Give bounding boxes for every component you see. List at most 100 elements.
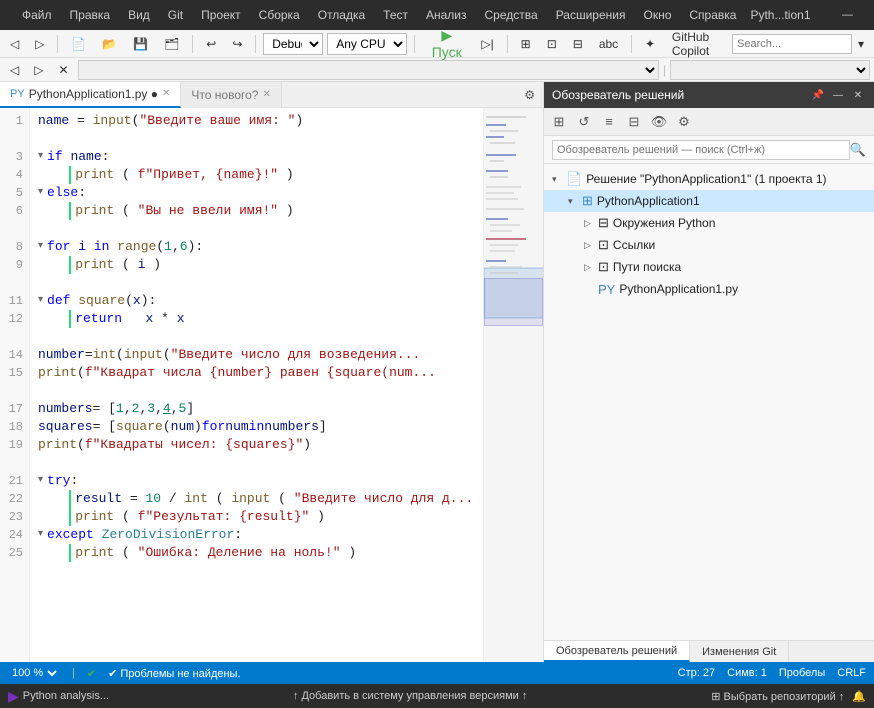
code-line-7 bbox=[38, 220, 475, 238]
sep1 bbox=[57, 35, 58, 53]
menu-test[interactable]: Тест bbox=[375, 6, 416, 24]
fold-def[interactable]: ▾ bbox=[38, 292, 43, 310]
menu-git[interactable]: Git bbox=[160, 6, 191, 24]
tab-file-label: PythonApplication1.py ● bbox=[29, 87, 158, 101]
menu-analyze[interactable]: Анализ bbox=[418, 6, 475, 24]
menu-view[interactable]: Вид bbox=[120, 6, 158, 24]
menu-tools[interactable]: Средства bbox=[477, 6, 546, 24]
sol-filter-button[interactable]: ≡ bbox=[598, 111, 620, 133]
sol-settings-button[interactable]: ⚙ bbox=[673, 111, 695, 133]
project-label: PythonApplication1 bbox=[597, 194, 866, 208]
toolbar-btn3[interactable]: ⊟ bbox=[567, 35, 589, 53]
solution-search-button[interactable]: 🔍 bbox=[850, 142, 866, 158]
python-file-item[interactable]: PY PythonApplication1.py bbox=[544, 278, 874, 300]
code-line-24: ▾ except ZeroDivisionError : bbox=[38, 526, 475, 544]
status-ok-icon: ✔ bbox=[87, 667, 96, 680]
tb2-btn1[interactable]: ◁ bbox=[4, 61, 25, 79]
main-area: PY PythonApplication1.py ● ✕ Что нового?… bbox=[0, 82, 874, 662]
sol-close-button[interactable]: ✕ bbox=[850, 87, 866, 103]
sol-header-controls: 📌 — ✕ bbox=[810, 87, 866, 103]
minimize-button[interactable]: — bbox=[825, 0, 871, 30]
taskbar-app-icon: ▶ bbox=[8, 688, 19, 705]
py-env-label: Окружения Python bbox=[613, 216, 866, 230]
global-search-input[interactable] bbox=[732, 34, 852, 54]
sol-tab-explorer[interactable]: Обозреватель решений bbox=[544, 641, 690, 662]
menu-edit[interactable]: Правка bbox=[62, 6, 119, 24]
fold-except[interactable]: ▾ bbox=[38, 526, 43, 544]
taskbar-left: ▶ Python analysis... bbox=[8, 688, 109, 705]
solution-search-input[interactable] bbox=[552, 140, 850, 160]
taskbar-app-label: Python analysis... bbox=[23, 690, 109, 702]
fold-try[interactable]: ▾ bbox=[38, 472, 43, 490]
save-button[interactable]: 💾 bbox=[127, 35, 154, 53]
sol-collapse-all-button[interactable]: ⊟ bbox=[623, 111, 645, 133]
cpu-select[interactable]: Any CPU bbox=[327, 33, 407, 55]
sol-collapse-button[interactable]: — bbox=[830, 87, 846, 103]
minimap bbox=[483, 108, 543, 662]
references-item[interactable]: ▷ ⊡ Ссылки bbox=[544, 234, 874, 256]
search-paths-item[interactable]: ▷ ⊡ Пути поиска bbox=[544, 256, 874, 278]
taskbar-right: ⊞ Выбрать репозиторий ↑ 🔔 bbox=[711, 690, 866, 703]
vcs-button[interactable]: ↑ Добавить в систему управления версиями… bbox=[293, 690, 527, 702]
tab-settings-button[interactable]: ⚙ bbox=[516, 88, 543, 102]
fold-if[interactable]: ▾ bbox=[38, 148, 43, 166]
editor-panel: PY PythonApplication1.py ● ✕ Что нового?… bbox=[0, 82, 544, 662]
tab-whats-new-close[interactable]: ✕ bbox=[262, 89, 270, 100]
toolbar-btn2[interactable]: ⊡ bbox=[541, 35, 563, 53]
tb2-btn3[interactable]: ✕ bbox=[52, 61, 74, 79]
tab-whats-new[interactable]: Что нового? ✕ bbox=[181, 82, 281, 108]
github-copilot-button[interactable]: ✦ GitHub Copilot bbox=[639, 28, 728, 60]
maximize-button[interactable]: □ bbox=[871, 0, 874, 30]
solution-file-icon: 📄 bbox=[566, 171, 582, 187]
forward-button[interactable]: ▷ bbox=[29, 35, 50, 53]
sep4 bbox=[414, 35, 415, 53]
start-button[interactable]: ▶ Пуск bbox=[422, 25, 471, 62]
undo-button[interactable]: ↩ bbox=[200, 35, 222, 53]
code-editor[interactable]: name = input ( "Введите ваше имя: " ) ▾ … bbox=[30, 108, 483, 662]
save-all-button[interactable]: 🗂 bbox=[158, 35, 185, 53]
tb2-btn2[interactable]: ▷ bbox=[28, 61, 49, 79]
sol-show-all-button[interactable]: 👁 bbox=[648, 111, 670, 133]
open-button[interactable]: 📂 bbox=[96, 35, 123, 53]
redo-button[interactable]: ↪ bbox=[226, 35, 248, 53]
status-bar: 100 % | ✔ ✔ Проблемы не найдены. Стр: 27… bbox=[0, 662, 874, 684]
code-line-5: ▾ else : bbox=[38, 184, 475, 202]
fold-for[interactable]: ▾ bbox=[38, 238, 43, 256]
menu-file[interactable]: Файл bbox=[14, 6, 60, 24]
menu-window[interactable]: Окно bbox=[635, 6, 679, 24]
search-options-button[interactable]: ▾ bbox=[852, 35, 870, 53]
toolbar-btn1[interactable]: ⊞ bbox=[515, 35, 537, 53]
tab-close-button[interactable]: ✕ bbox=[162, 88, 170, 99]
sol-refresh-button[interactable]: ↺ bbox=[573, 111, 595, 133]
search-expand: ▷ bbox=[584, 262, 594, 273]
sol-tab-git-changes[interactable]: Изменения Git bbox=[690, 641, 789, 662]
sol-properties-button[interactable]: ⊞ bbox=[548, 111, 570, 133]
back-button[interactable]: ◁ bbox=[4, 35, 25, 53]
solution-root-item[interactable]: ▾ 📄 Решение "PythonApplication1" (1 прое… bbox=[544, 168, 874, 190]
menu-project[interactable]: Проект bbox=[193, 6, 249, 24]
zoom-select[interactable]: 100 % bbox=[8, 664, 60, 682]
window-controls: — □ ✕ bbox=[825, 0, 874, 30]
config-select[interactable]: Debug bbox=[263, 33, 323, 55]
navigation-dropdown[interactable] bbox=[78, 60, 659, 80]
project-icon: ⊞ bbox=[582, 193, 593, 209]
toolbar-btn4[interactable]: abc bbox=[593, 35, 624, 53]
repo-button[interactable]: ⊞ Выбрать репозиторий ↑ bbox=[711, 690, 844, 703]
python-environments-item[interactable]: ▷ ⊟ Окружения Python bbox=[544, 212, 874, 234]
menu-build[interactable]: Сборка bbox=[251, 6, 308, 24]
bell-icon[interactable]: 🔔 bbox=[852, 690, 866, 703]
copilot-label: GitHub Copilot bbox=[659, 30, 722, 58]
menu-help[interactable]: Справка bbox=[681, 6, 744, 24]
taskbar-center: ↑ Добавить в систему управления версиями… bbox=[293, 690, 527, 702]
new-file-button[interactable]: 📄 bbox=[65, 35, 92, 53]
fold-else[interactable]: ▾ bbox=[38, 184, 43, 202]
step-over-button[interactable]: ▷| bbox=[475, 35, 499, 53]
project-item[interactable]: ▾ ⊞ PythonApplication1 bbox=[544, 190, 874, 212]
line-numbers: 1 3 4 5 6 8 9 11 12 14 15 17 18 19 bbox=[0, 108, 30, 662]
menu-extensions[interactable]: Расширения bbox=[548, 6, 634, 24]
solution-explorer-bottom-tabs: Обозреватель решений Изменения Git bbox=[544, 640, 874, 662]
sol-pin-button[interactable]: 📌 bbox=[810, 87, 826, 103]
tab-python-file[interactable]: PY PythonApplication1.py ● ✕ bbox=[0, 82, 181, 108]
member-dropdown[interactable] bbox=[670, 60, 870, 80]
menu-debug[interactable]: Отладка bbox=[310, 6, 373, 24]
